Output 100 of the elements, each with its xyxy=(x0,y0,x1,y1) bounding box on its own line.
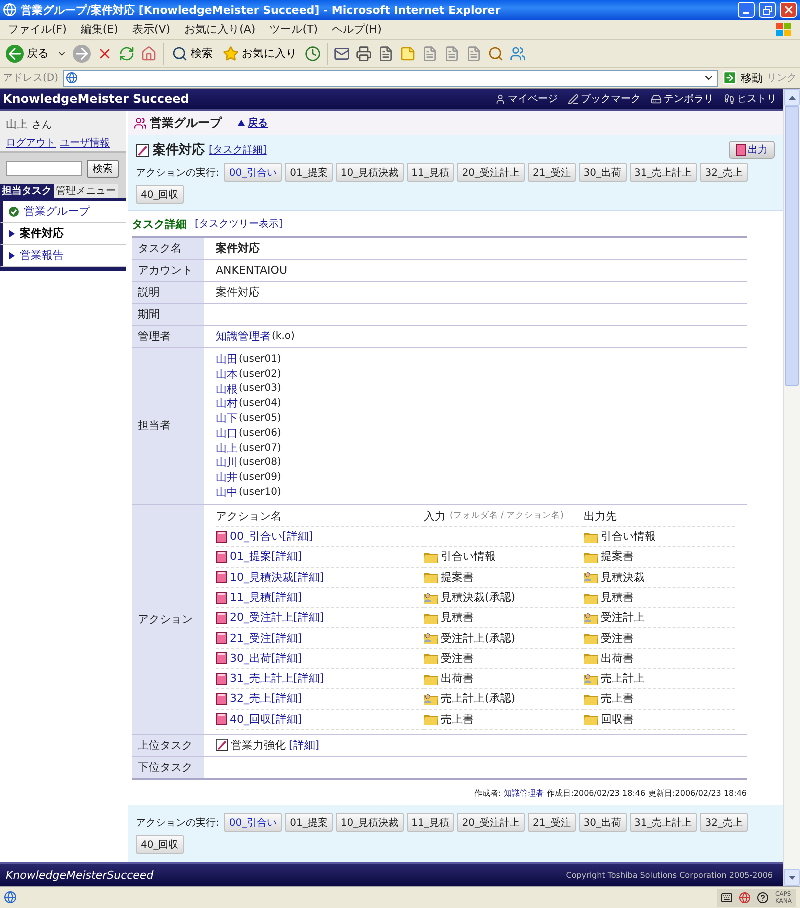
task-detail-link[interactable]: [タスク詳細] xyxy=(209,143,267,157)
logout-link[interactable]: ログアウト xyxy=(6,136,56,150)
action-link[interactable]: 00_引合い xyxy=(230,529,282,544)
user-link[interactable]: 山井 xyxy=(216,470,238,486)
search-button[interactable]: 検索 xyxy=(170,46,215,62)
research-button[interactable] xyxy=(488,46,504,62)
detail-link[interactable]: [詳細] xyxy=(294,671,324,686)
user-link[interactable]: 山口 xyxy=(216,426,238,441)
restore-button[interactable] xyxy=(759,2,776,18)
sidebar-tab[interactable]: 管理メニュー xyxy=(54,184,118,198)
action-button[interactable]: 01_提案 xyxy=(285,813,333,832)
minimize-button[interactable] xyxy=(738,2,755,18)
scroll-up-button[interactable] xyxy=(784,89,800,106)
action-button[interactable]: 32_売上 xyxy=(700,163,748,182)
scroll-down-button[interactable] xyxy=(784,869,800,886)
scroll-thumb[interactable] xyxy=(785,106,799,386)
menu-item[interactable]: 編集(E) xyxy=(80,22,118,37)
keyboard-icon[interactable] xyxy=(721,892,734,904)
action-link[interactable]: 21_受注 xyxy=(230,630,272,646)
action-button[interactable]: 11_見積 xyxy=(406,813,454,832)
document-button[interactable] xyxy=(444,46,460,62)
action-link[interactable]: 20_受注計上 xyxy=(230,610,294,626)
detail-link[interactable]: [詳細] xyxy=(294,570,324,585)
action-button[interactable]: 01_提案 xyxy=(285,163,333,182)
action-link[interactable]: 11_見積 xyxy=(230,590,272,605)
tree-link[interactable]: [タスクツリー表示] xyxy=(195,217,283,231)
go-button[interactable]: 移動 xyxy=(722,70,763,86)
detail-link[interactable]: [詳細] xyxy=(272,590,302,605)
user-link[interactable]: 山根 xyxy=(216,382,238,396)
detail-link[interactable]: [詳細] xyxy=(272,691,302,706)
help-icon[interactable] xyxy=(757,892,770,904)
action-button[interactable]: 21_受注 xyxy=(528,813,576,832)
menu-item[interactable]: 表示(V) xyxy=(132,22,171,37)
action-link[interactable]: 40_回収 xyxy=(230,712,272,727)
action-button[interactable]: 20_受注計上 xyxy=(457,163,526,182)
detail-link[interactable]: [詳細] xyxy=(272,650,302,666)
menu-item[interactable]: ツール(T) xyxy=(270,22,318,37)
header-link[interactable]: マイページ xyxy=(495,92,558,106)
sidebar-item[interactable]: 営業グループ xyxy=(0,201,126,223)
refresh-button[interactable] xyxy=(119,46,135,62)
header-link[interactable]: テンポラリ xyxy=(651,92,714,106)
favorites-button[interactable]: お気に入り xyxy=(221,46,299,62)
close-button[interactable] xyxy=(780,2,797,18)
action-button[interactable]: 21_受注 xyxy=(528,163,576,182)
globe-icon[interactable] xyxy=(739,892,752,904)
user-link[interactable]: 山田 xyxy=(216,352,238,367)
action-button[interactable]: 10_見積決裁 xyxy=(336,813,404,832)
document-button[interactable] xyxy=(422,46,438,62)
menu-item[interactable]: ファイル(F) xyxy=(8,22,67,37)
action-button[interactable]: 00_引合い xyxy=(224,813,282,832)
action-link[interactable]: 10_見積決裁 xyxy=(230,570,294,585)
scrollbar[interactable] xyxy=(783,89,800,886)
detail-link[interactable]: [詳細] xyxy=(272,712,302,727)
action-link[interactable]: 32_売上 xyxy=(230,691,272,706)
document-button[interactable] xyxy=(466,46,482,62)
back-button[interactable]: 戻る xyxy=(4,44,51,62)
action-button[interactable]: 32_売上 xyxy=(700,813,748,832)
menu-item[interactable]: お気に入り(A) xyxy=(184,22,256,37)
action-button[interactable]: 30_出荷 xyxy=(578,813,627,832)
export-button[interactable]: 出力 xyxy=(729,141,775,159)
detail-link[interactable]: [詳細] xyxy=(272,549,302,564)
sidebar-tab[interactable]: 担当タスク xyxy=(0,184,54,198)
action-link[interactable]: 31_売上計上 xyxy=(230,671,294,686)
sidebar-item[interactable]: 案件対応 xyxy=(0,223,126,245)
forward-button[interactable] xyxy=(73,44,91,62)
action-button[interactable]: 31_売上計上 xyxy=(630,163,698,182)
detail-link[interactable]: [詳細] xyxy=(272,630,302,646)
detail-link[interactable]: [詳細] xyxy=(289,738,320,753)
action-button[interactable]: 40_回収 xyxy=(136,185,184,204)
action-link[interactable]: 01_提案 xyxy=(230,549,272,564)
action-button[interactable]: 30_出荷 xyxy=(578,163,627,182)
back-link[interactable]: 戻る xyxy=(248,116,268,130)
user-link[interactable]: 山中 xyxy=(216,485,238,500)
detail-link[interactable]: [詳細] xyxy=(294,610,324,626)
header-link[interactable]: ブックマーク xyxy=(568,92,641,106)
action-button[interactable]: 00_引合い xyxy=(224,163,282,182)
detail-link[interactable]: [詳細] xyxy=(282,529,314,544)
action-button[interactable]: 40_回収 xyxy=(136,835,184,854)
search-button[interactable]: 検索 xyxy=(87,160,119,178)
creator-link[interactable]: 知識管理者 xyxy=(504,788,544,799)
home-button[interactable] xyxy=(141,46,157,62)
user-link[interactable]: 山川 xyxy=(216,455,238,470)
print-button[interactable] xyxy=(356,46,372,62)
user-info-link[interactable]: ユーザ情報 xyxy=(60,136,110,150)
messenger-button[interactable] xyxy=(510,46,526,62)
user-link[interactable]: 山村 xyxy=(216,396,238,412)
history-button[interactable] xyxy=(305,46,321,62)
header-link[interactable]: ヒストリ xyxy=(724,92,777,106)
mail-button[interactable] xyxy=(334,46,350,62)
address-field[interactable] xyxy=(62,70,718,86)
action-link[interactable]: 30_出荷 xyxy=(230,650,272,666)
user-link[interactable]: 山下 xyxy=(216,411,238,426)
action-button[interactable]: 10_見積決裁 xyxy=(336,163,404,182)
user-link[interactable]: 山本 xyxy=(216,366,238,382)
action-button[interactable]: 11_見積 xyxy=(406,163,454,182)
note-button[interactable] xyxy=(400,46,416,62)
action-button[interactable]: 31_売上計上 xyxy=(630,813,698,832)
search-field[interactable] xyxy=(6,161,82,176)
edit-button[interactable] xyxy=(378,46,394,62)
user-link[interactable]: 山上 xyxy=(216,440,238,456)
